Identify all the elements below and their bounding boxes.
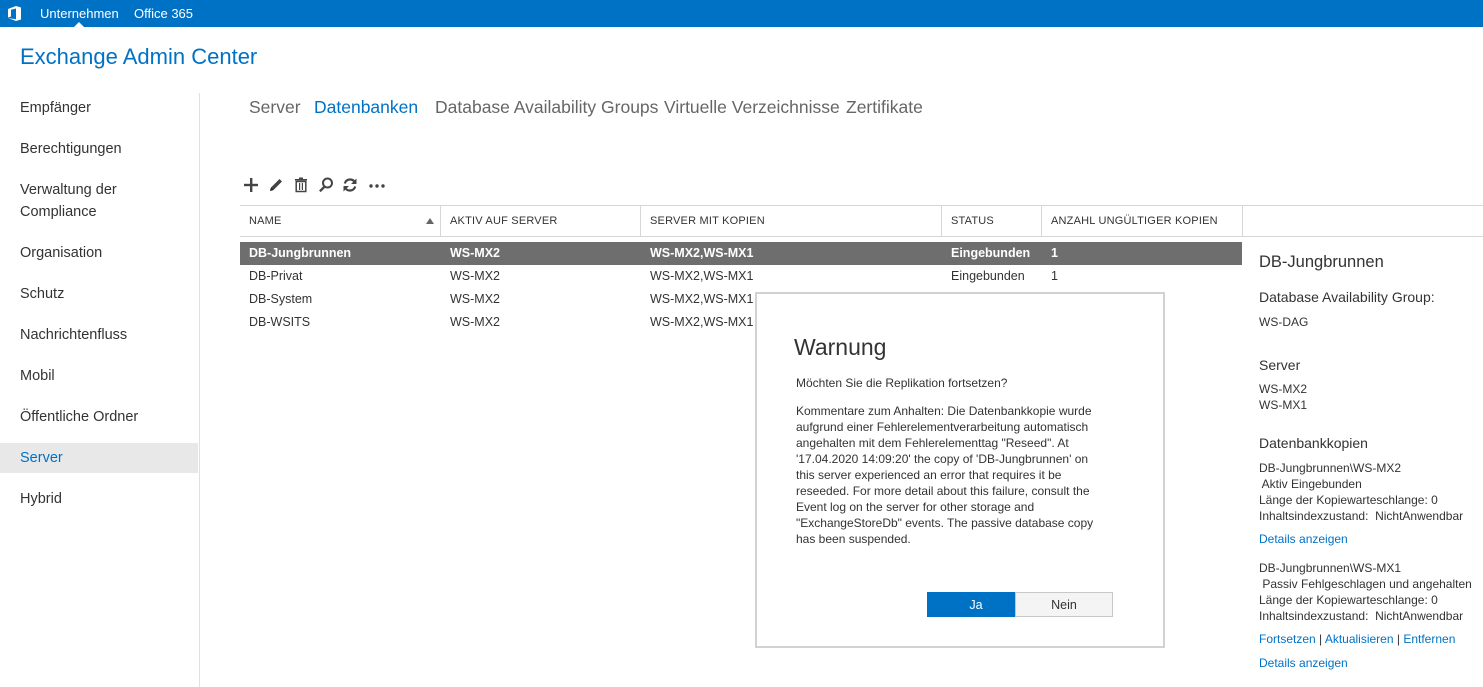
column-header-invalid-copies[interactable]: ANZAHL UNGÜLTIGER KOPIEN bbox=[1042, 206, 1243, 236]
office-logo-icon[interactable] bbox=[6, 5, 23, 22]
table-row[interactable]: DB-Jungbrunnen WS-MX2 WS-MX2,WS-MX1 Eing… bbox=[240, 242, 1242, 265]
tab-virtuelle-verzeichnisse[interactable]: Virtuelle Verzeichnisse bbox=[664, 97, 840, 118]
no-button[interactable]: Nein bbox=[1015, 592, 1113, 617]
dialog-message: Kommentare zum Anhalten: Die Datenbankko… bbox=[796, 404, 1094, 546]
cell-name: DB-WSITS bbox=[249, 315, 311, 329]
dialog-question: Möchten Sie die Replikation fortsetzen? bbox=[796, 376, 1008, 390]
tab-server[interactable]: Server bbox=[249, 97, 301, 118]
sidebar-item-oeffentliche-ordner[interactable]: Öffentliche Ordner bbox=[0, 406, 198, 428]
tab-dag[interactable]: Database Availability Groups bbox=[435, 97, 658, 118]
sidebar-item-empfaenger[interactable]: Empfänger bbox=[0, 97, 198, 119]
nav-unternehmen[interactable]: Unternehmen bbox=[40, 0, 119, 27]
top-bar: Unternehmen Office 365 bbox=[0, 0, 1483, 27]
copy2-queue: Länge der Kopiewarteschlange: 0 bbox=[1259, 593, 1438, 607]
cell-name: DB-Privat bbox=[249, 269, 303, 283]
more-icon[interactable] bbox=[367, 175, 387, 195]
add-icon[interactable] bbox=[241, 175, 261, 195]
cell-server-copies: WS-MX2,WS-MX1 bbox=[650, 315, 754, 329]
app-title: Exchange Admin Center bbox=[20, 44, 258, 69]
detail-server-2: WS-MX1 bbox=[1259, 398, 1307, 412]
sidebar-item-hybrid[interactable]: Hybrid bbox=[0, 488, 198, 510]
copy1-name: DB-Jungbrunnen\WS-MX2 bbox=[1259, 461, 1402, 475]
column-header-active-server[interactable]: AKTIV AUF SERVER bbox=[441, 206, 641, 236]
cell-status: Eingebunden bbox=[951, 269, 1025, 283]
search-icon[interactable] bbox=[316, 175, 336, 195]
sidebar-divider bbox=[199, 93, 200, 687]
edit-icon[interactable] bbox=[266, 175, 286, 195]
column-header-server-copies[interactable]: SERVER MIT KOPIEN bbox=[641, 206, 942, 236]
dialog-title: Warnung bbox=[794, 334, 887, 360]
tab-datenbanken[interactable]: Datenbanken bbox=[314, 97, 418, 118]
remove-link[interactable]: Entfernen bbox=[1403, 632, 1455, 646]
copy2-index: Inhaltsindexzustand: NichtAnwendbar bbox=[1259, 609, 1464, 623]
detail-title: DB-Jungbrunnen bbox=[1259, 253, 1384, 271]
update-link[interactable]: Aktualisieren bbox=[1325, 632, 1394, 646]
action-separator: | bbox=[1315, 632, 1325, 646]
detail-server-1: WS-MX2 bbox=[1259, 382, 1307, 396]
copy1-index: Inhaltsindexzustand: NichtAnwendbar bbox=[1259, 509, 1464, 523]
cell-invalid-copies: 1 bbox=[1051, 246, 1058, 260]
copy2-state: Passiv Fehlgeschlagen und angehalten bbox=[1259, 577, 1472, 591]
sidebar-item-schutz[interactable]: Schutz bbox=[0, 283, 198, 305]
cell-server-copies: WS-MX2,WS-MX1 bbox=[650, 269, 754, 283]
copy1-state: Aktiv Eingebunden bbox=[1259, 477, 1362, 491]
action-separator: | bbox=[1393, 632, 1404, 646]
cell-active-server: WS-MX2 bbox=[450, 292, 500, 306]
cell-server-copies: WS-MX2,WS-MX1 bbox=[650, 292, 754, 306]
column-header-status[interactable]: STATUS bbox=[942, 206, 1042, 236]
copy1-details-link[interactable]: Details anzeigen bbox=[1259, 532, 1348, 546]
table-row[interactable]: DB-Privat WS-MX2 WS-MX2,WS-MX1 Eingebund… bbox=[240, 265, 1242, 288]
cell-name: DB-System bbox=[249, 292, 313, 306]
copy1-queue: Länge der Kopiewarteschlange: 0 bbox=[1259, 493, 1438, 507]
cell-active-server: WS-MX2 bbox=[450, 246, 500, 260]
cell-active-server: WS-MX2 bbox=[450, 269, 500, 283]
copy2-actions: Fortsetzen | Aktualisieren | Entfernen bbox=[1259, 632, 1455, 646]
detail-copies-label: Datenbankkopien bbox=[1259, 435, 1368, 451]
nav-office365[interactable]: Office 365 bbox=[134, 0, 193, 27]
copy2-name: DB-Jungbrunnen\WS-MX1 bbox=[1259, 561, 1402, 575]
detail-dag-value: WS-DAG bbox=[1259, 315, 1309, 329]
warning-dialog: Warnung Möchten Sie die Replikation fort… bbox=[755, 292, 1165, 648]
detail-dag-label: Database Availability Group: bbox=[1259, 289, 1435, 305]
column-header-name[interactable]: NAME bbox=[240, 206, 441, 236]
sidebar-item-server[interactable]: Server bbox=[0, 443, 198, 473]
resume-link[interactable]: Fortsetzen bbox=[1259, 632, 1316, 646]
delete-icon[interactable] bbox=[291, 175, 311, 195]
sidebar-item-compliance[interactable]: Verwaltung der Compliance bbox=[0, 179, 140, 223]
copy2-details-link[interactable]: Details anzeigen bbox=[1259, 656, 1348, 670]
cell-active-server: WS-MX2 bbox=[450, 315, 500, 329]
cell-name: DB-Jungbrunnen bbox=[249, 246, 352, 260]
refresh-icon[interactable] bbox=[340, 175, 360, 195]
tab-zertifikate[interactable]: Zertifikate bbox=[846, 97, 923, 118]
cell-server-copies: WS-MX2,WS-MX1 bbox=[650, 246, 754, 260]
column-header-label: NAME bbox=[249, 215, 282, 227]
sidebar-item-mobil[interactable]: Mobil bbox=[0, 365, 198, 387]
detail-server-label: Server bbox=[1259, 357, 1301, 373]
sidebar-item-berechtigungen[interactable]: Berechtigungen bbox=[0, 138, 198, 160]
sidebar-item-organisation[interactable]: Organisation bbox=[0, 242, 198, 264]
cell-invalid-copies: 1 bbox=[1051, 269, 1058, 283]
sort-ascending-icon bbox=[426, 218, 434, 224]
detail-pane: DB-Jungbrunnen Database Availability Gro… bbox=[1243, 237, 1483, 687]
cell-status: Eingebunden bbox=[951, 246, 1031, 260]
yes-button[interactable]: Ja bbox=[927, 592, 1025, 617]
sidebar-item-nachrichtenfluss[interactable]: Nachrichtenfluss bbox=[0, 324, 198, 346]
